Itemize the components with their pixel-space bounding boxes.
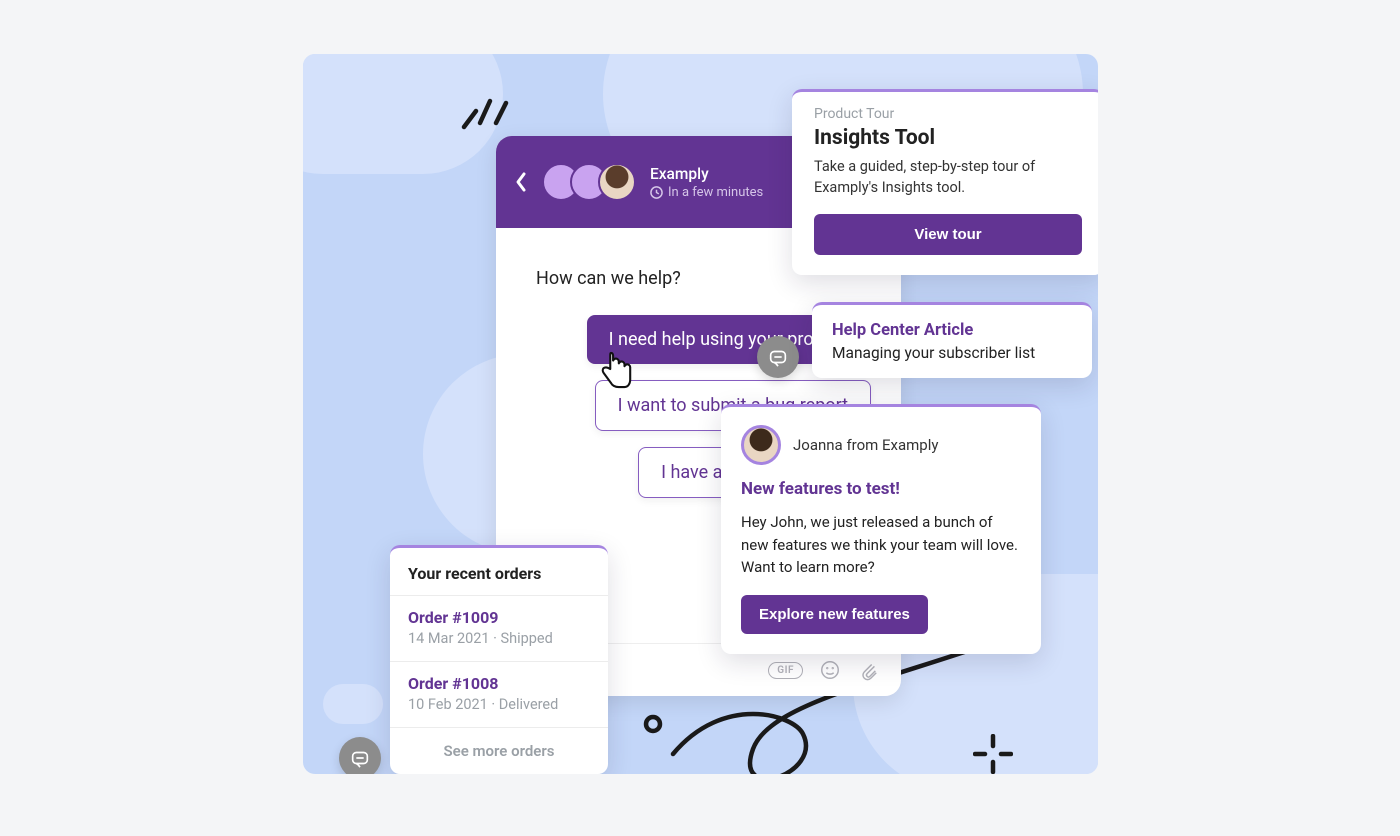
recent-orders-card: Your recent orders Order #1009 14 Mar 20… <box>390 545 608 774</box>
chat-launcher-icon[interactable] <box>339 737 381 774</box>
tour-description: Take a guided, step-by-step tour of Exam… <box>814 156 1082 198</box>
view-tour-button[interactable]: View tour <box>814 214 1082 255</box>
announcement-title: New features to test! <box>741 479 1021 499</box>
emoji-icon[interactable] <box>819 659 841 681</box>
help-center-title: Help Center Article <box>832 321 1072 340</box>
explore-features-button[interactable]: Explore new features <box>741 595 928 634</box>
announcement-body: Hey John, we just released a bunch of ne… <box>741 511 1021 579</box>
clock-icon <box>650 186 663 199</box>
help-launcher-icon[interactable] <box>757 336 799 378</box>
avatar <box>598 163 636 201</box>
response-time-text: In a few minutes <box>668 185 763 200</box>
decor-blob <box>323 684 383 724</box>
back-button[interactable] <box>514 171 528 193</box>
announcement-from: Joanna from Examply <box>793 436 938 454</box>
attachment-icon[interactable] <box>857 659 879 681</box>
order-row: Order #1008 10 Feb 2021 · Delivered <box>390 661 608 727</box>
chat-title-block: Examply In a few minutes <box>650 165 763 200</box>
help-center-card[interactable]: Help Center Article Managing your subscr… <box>812 302 1092 378</box>
gif-button[interactable]: GIF <box>768 662 803 679</box>
chat-brand: Examply <box>650 165 763 183</box>
order-link[interactable]: Order #1009 <box>408 608 590 627</box>
tour-title: Insights Tool <box>814 126 1082 150</box>
announcement-card: Joanna from Examply New features to test… <box>721 404 1041 654</box>
demo-stage: Examply In a few minutes How can we help… <box>303 54 1098 774</box>
order-link[interactable]: Order #1008 <box>408 674 590 693</box>
help-center-subtitle: Managing your subscriber list <box>832 344 1072 362</box>
announcement-header: Joanna from Examply <box>741 425 1021 465</box>
chat-response-time: In a few minutes <box>650 185 763 200</box>
see-more-orders-button[interactable]: See more orders <box>390 727 608 774</box>
decor-plus <box>973 734 1013 774</box>
author-avatar <box>741 425 781 465</box>
order-meta: 10 Feb 2021 · Delivered <box>408 696 590 713</box>
orders-title: Your recent orders <box>390 548 608 595</box>
order-meta: 14 Mar 2021 · Shipped <box>408 630 590 647</box>
agent-avatar-stack <box>542 163 636 201</box>
decor-dashes <box>458 89 518 139</box>
order-row: Order #1009 14 Mar 2021 · Shipped <box>390 595 608 661</box>
product-tour-card: Product Tour Insights Tool Take a guided… <box>792 89 1098 275</box>
tour-eyebrow: Product Tour <box>814 106 1082 122</box>
